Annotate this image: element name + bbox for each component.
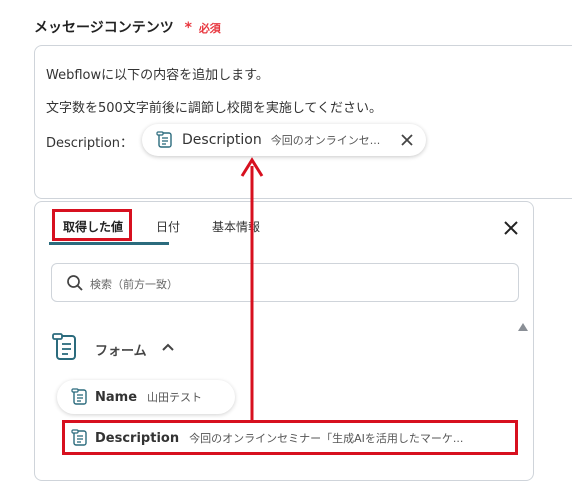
message-line-2: 文字数を500文字前後に調節し校閲を実施してください。 [46,101,383,116]
scroll-up-arrow[interactable] [518,323,528,331]
field-label: メッセージコンテンツ * 必須 [34,17,221,37]
required-star: * [184,20,192,36]
close-icon[interactable] [502,219,520,237]
form-group-header[interactable]: フォーム [51,330,251,364]
tab-basic-info[interactable]: 基本情報 [212,218,260,235]
item-value: 山田テスト [147,391,203,404]
tab-highlight-box [52,209,132,241]
message-line-1: Webflowに以下の内容を追加します。 [46,68,269,83]
chevron-up-icon [162,343,174,351]
chip-name: Description [182,132,262,148]
form-doc-icon [156,131,172,148]
item-name: Name [95,389,138,405]
variable-picker-dropdown: 取得した値 日付 基本情報 検索（前方一致） フォーム Name 山田テスト D… [34,201,534,481]
description-variable-chip[interactable]: Description 今回のオンラインセ... [142,124,426,156]
group-label: フォーム [95,344,147,359]
form-doc-icon [71,388,87,405]
field-label-text: メッセージコンテンツ [34,20,174,36]
search-input[interactable]: 検索（前方一致） [51,263,519,302]
description-prefix: Description： [46,136,134,151]
active-tab-indicator [49,242,169,245]
chip-remove-icon[interactable] [398,131,416,149]
tab-date[interactable]: 日付 [156,218,180,235]
required-badge: 必須 [198,22,221,35]
form-doc-icon [52,333,76,360]
search-icon [67,275,83,291]
chip-preview: 今回のオンラインセ... [270,134,381,147]
message-content-editor[interactable]: Webflowに以下の内容を追加します。 文字数を500文字前後に調節し校閲を実… [34,45,572,199]
search-placeholder: 検索（前方一致） [90,278,178,291]
list-item-name[interactable]: Name 山田テスト [57,380,235,414]
item-highlight-box [62,420,518,455]
